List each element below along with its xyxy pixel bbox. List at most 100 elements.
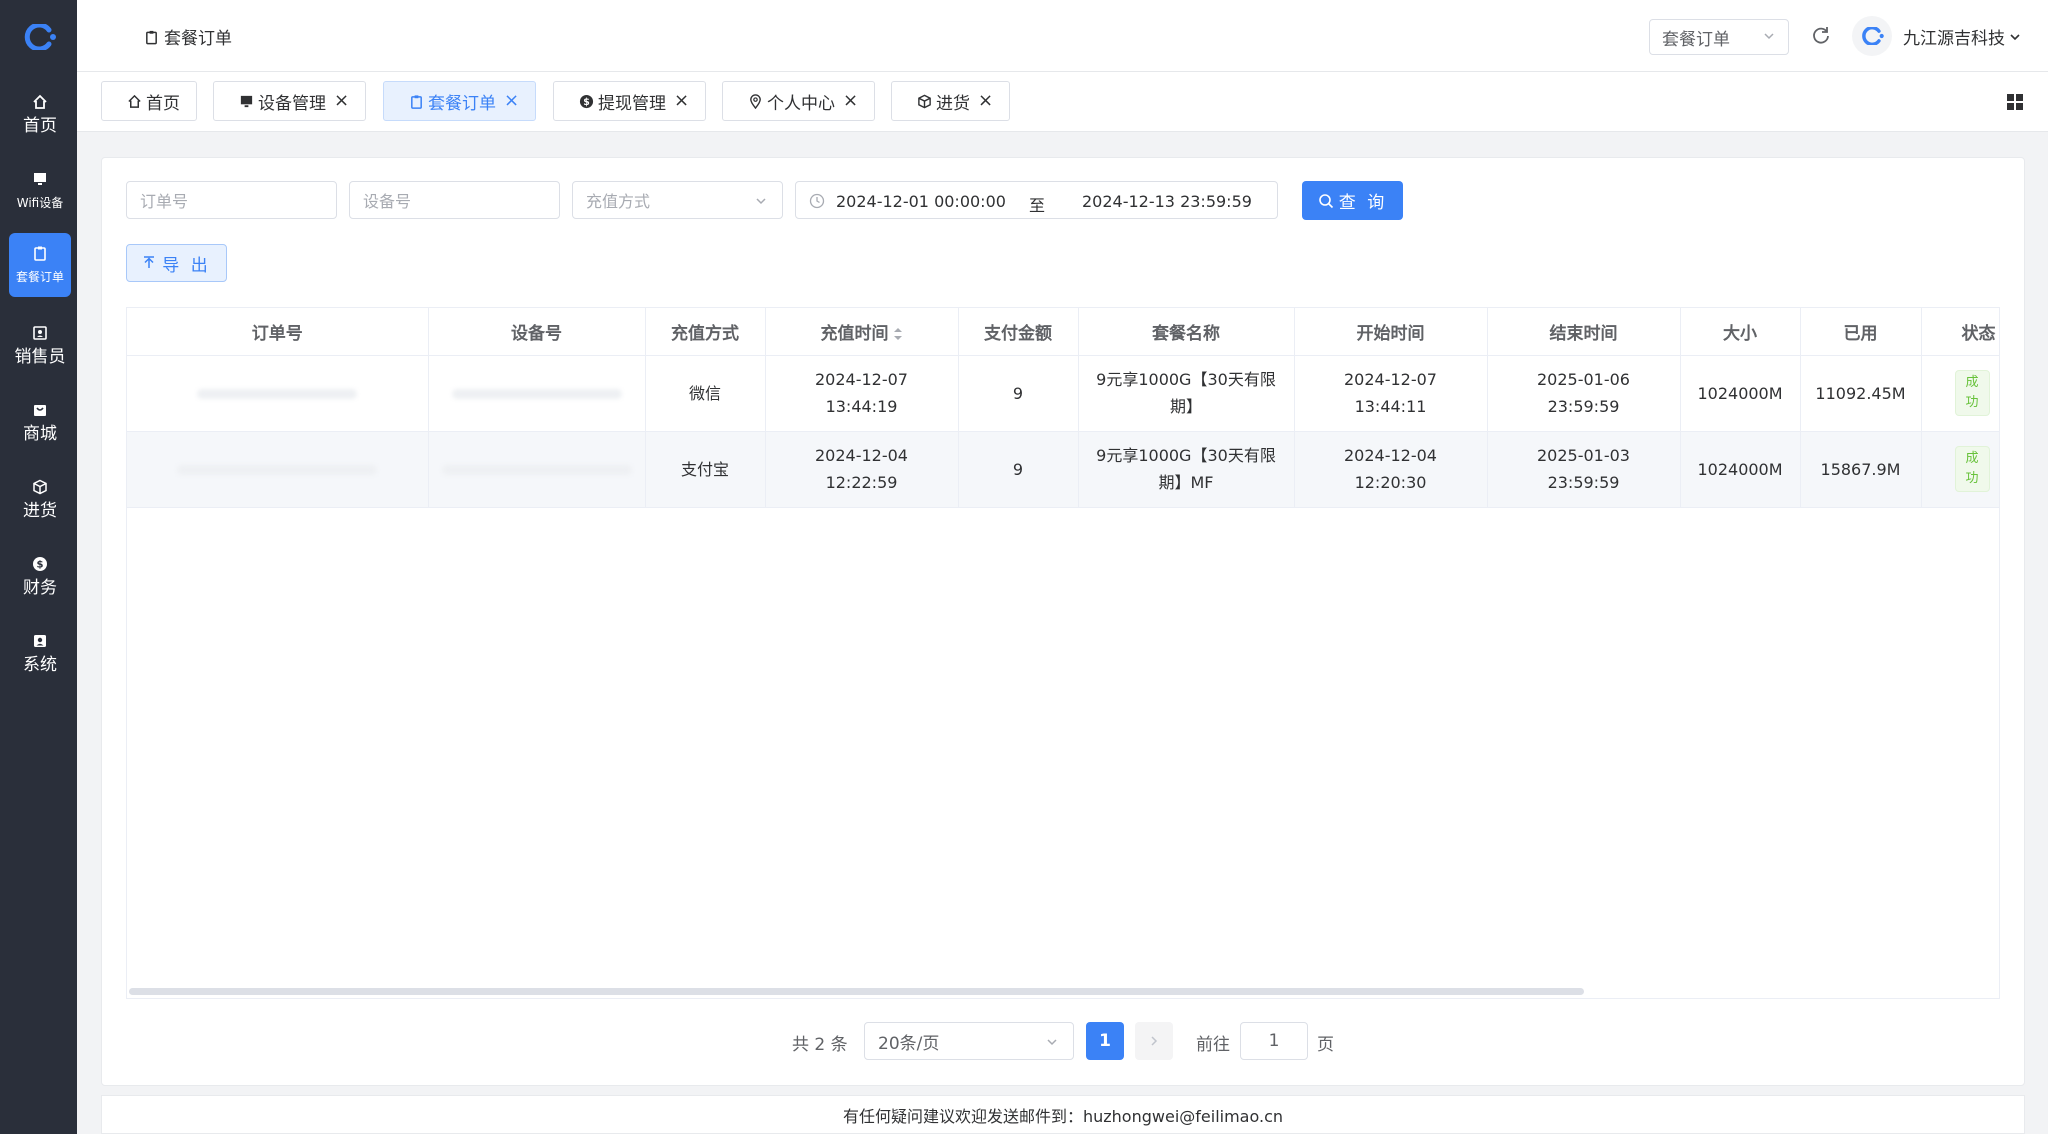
sidebar-item-label: 首页 [23, 115, 57, 136]
export-label: 导 出 [162, 255, 211, 276]
table-row[interactable]: 支付宝 2024-12-04 12:22:59 9 9元享1000G【30天有限… [127, 431, 1999, 508]
menu-search-select[interactable]: 套餐订单 [1649, 19, 1789, 55]
tab-purchase[interactable]: 进货 × [891, 81, 1011, 121]
goto-page-input[interactable]: 1 [1240, 1022, 1308, 1060]
export-button[interactable]: 导 出 [126, 244, 227, 282]
breadcrumb-label: 套餐订单 [164, 29, 232, 49]
date-range-picker[interactable]: 2024-12-01 00:00:00 至 2024-12-13 23:59:5… [795, 181, 1278, 219]
coin-icon: $ [31, 555, 49, 573]
sidebar: 首页 Wifi设备 套餐订单 销售员 商城 进货 $ 财务 系统 [0, 0, 77, 1134]
search-icon [1318, 193, 1333, 208]
location-icon [747, 93, 763, 109]
device-number-input[interactable]: 设备号 [349, 181, 560, 219]
date-end[interactable]: 2024-12-13 23:59:59 [1082, 192, 1252, 211]
tab-withdraw-management[interactable]: $ 提现管理 × [553, 81, 707, 121]
status-cell: 成功 [1921, 355, 1999, 432]
package-name-cell: 9元享1000G【30天有限期】MF [1078, 431, 1295, 508]
home-icon [31, 93, 49, 111]
sidebar-item-purchase[interactable]: 进货 [9, 467, 71, 531]
home-icon [126, 93, 142, 109]
chevron-right-icon [1151, 1036, 1158, 1046]
column-header: 大小 [1680, 308, 1801, 356]
sidebar-item-label: 销售员 [14, 346, 66, 367]
used-cell: 15867.9M [1800, 431, 1922, 508]
close-icon[interactable]: × [843, 92, 858, 110]
sidebar-item-package-orders[interactable]: 套餐订单 [9, 233, 71, 297]
recharge-method-select[interactable]: 充值方式 [572, 181, 783, 219]
table-header-row: 订单号 设备号 充值方式 充值时间 支付金额 套餐名称 开始时间 结束时间 大小… [127, 308, 1999, 356]
size-cell: 1024000M [1680, 355, 1801, 432]
avatar[interactable] [1852, 16, 1892, 56]
tab-home[interactable]: 首页 [101, 81, 197, 121]
refresh-icon[interactable] [1810, 24, 1832, 46]
breadcrumb: 套餐订单 [144, 24, 232, 49]
monitor-icon [238, 93, 254, 109]
sidebar-item-system[interactable]: 系统 [9, 621, 71, 685]
sidebar-item-label: 系统 [23, 654, 57, 675]
tab-label: 套餐订单 [428, 93, 496, 114]
end-time-cell: 2025-01-06 23:59:59 [1487, 355, 1681, 432]
sidebar-item-label: 财务 [23, 577, 57, 598]
svg-text:$: $ [583, 96, 590, 107]
sidebar-item-shop[interactable]: 商城 [9, 390, 71, 454]
start-time-cell: 2024-12-07 13:44:11 [1294, 355, 1488, 432]
amount-cell: 9 [958, 431, 1079, 508]
package-name-cell: 9元享1000G【30天有限期】 [1078, 355, 1295, 432]
column-header: 已用 [1800, 308, 1922, 356]
sidebar-item-finance[interactable]: $ 财务 [9, 544, 71, 608]
upload-icon [144, 256, 155, 268]
close-icon[interactable]: × [504, 92, 519, 110]
brand-logo[interactable] [0, 0, 77, 74]
tab-label: 进货 [936, 93, 970, 114]
horizontal-scrollbar[interactable] [129, 988, 1584, 995]
method-cell: 支付宝 [645, 431, 766, 508]
order-number-input[interactable]: 订单号 [126, 181, 337, 219]
page-suffix-label: 页 [1317, 1035, 1334, 1055]
status-badge: 成功 [1954, 446, 1990, 492]
column-header: 状态 [1921, 308, 1999, 356]
column-header: 设备号 [428, 308, 646, 356]
close-icon[interactable]: × [978, 92, 993, 110]
status-badge: 成功 [1954, 370, 1990, 416]
svg-text:$: $ [37, 559, 44, 570]
column-header: 支付金额 [958, 308, 1079, 356]
close-icon[interactable]: × [334, 92, 349, 110]
grid-menu-icon[interactable] [2006, 93, 2024, 111]
column-header: 充值方式 [645, 308, 766, 356]
tab-label: 提现管理 [598, 93, 666, 114]
sidebar-item-sales[interactable]: 销售员 [9, 313, 71, 377]
page-size-value: 20条/页 [878, 1033, 940, 1054]
sidebar-item-wifi-devices[interactable]: Wifi设备 [9, 159, 71, 223]
device-number-placeholder: 设备号 [363, 192, 412, 211]
next-page-button[interactable] [1135, 1022, 1173, 1060]
redacted-order-number [177, 464, 378, 475]
tab-personal-center[interactable]: 个人中心 × [722, 81, 876, 121]
used-cell: 11092.45M [1800, 355, 1922, 432]
size-cell: 1024000M [1680, 431, 1801, 508]
orders-table: 订单号 设备号 充值方式 充值时间 支付金额 套餐名称 开始时间 结束时间 大小… [126, 307, 2000, 999]
menu-search-value: 套餐订单 [1662, 29, 1730, 50]
table-row[interactable]: 微信 2024-12-07 13:44:19 9 9元享1000G【30天有限期… [127, 355, 1999, 432]
tabs-bar: 首页 设备管理 × 套餐订单 × $ 提现管理 × 个人中心 × 进货 × [77, 72, 2048, 132]
tab-package-orders[interactable]: 套餐订单 × [383, 81, 537, 121]
tab-device-management[interactable]: 设备管理 × [213, 81, 367, 121]
close-icon[interactable]: × [674, 92, 689, 110]
sidebar-item-label: Wifi设备 [16, 195, 64, 210]
pagination-total: 共 2 条 [792, 1035, 848, 1055]
recharge-method-placeholder: 充值方式 [586, 192, 651, 211]
sort-icon[interactable] [893, 327, 903, 341]
column-header-sortable[interactable]: 充值时间 [765, 308, 959, 356]
page-size-select[interactable]: 20条/页 [864, 1022, 1074, 1060]
tab-label: 设备管理 [258, 93, 326, 114]
page-number-current[interactable]: 1 [1086, 1022, 1124, 1060]
user-menu[interactable]: 九江源吉科技 [1903, 24, 2022, 49]
query-button[interactable]: 查 询 [1302, 181, 1403, 220]
order-number-cell [127, 431, 429, 508]
sidebar-item-home[interactable]: 首页 [9, 82, 71, 146]
clipboard-icon [146, 30, 157, 44]
device-number-cell [428, 431, 646, 508]
sidebar-item-label: 商城 [23, 423, 57, 444]
column-header: 订单号 [127, 308, 429, 356]
chevron-down-icon [1764, 33, 1774, 40]
date-start[interactable]: 2024-12-01 00:00:00 [836, 192, 1006, 211]
